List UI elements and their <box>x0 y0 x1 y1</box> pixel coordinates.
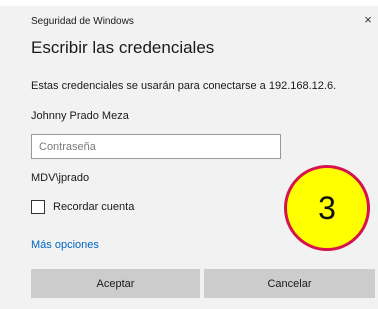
checkbox-box[interactable] <box>31 200 45 214</box>
dialog-heading: Escribir las credenciales <box>31 38 215 57</box>
credentials-dialog: Seguridad de Windows × Escribir las cred… <box>0 0 378 309</box>
accept-button[interactable]: Aceptar <box>31 269 200 298</box>
password-input[interactable] <box>31 134 281 159</box>
account-display-name: Johnny Prado Meza <box>31 110 129 122</box>
cancel-button[interactable]: Cancelar <box>204 269 375 298</box>
dialog-description: Estas credenciales se usarán para conect… <box>31 80 337 92</box>
close-icon[interactable]: × <box>362 13 374 27</box>
annotation-number-badge: 3 <box>284 165 370 251</box>
remember-account-label[interactable]: Recordar cuenta <box>53 201 134 213</box>
domain-username: MDV\jprado <box>31 172 90 184</box>
remember-account-checkbox[interactable]: Recordar cuenta <box>31 200 134 214</box>
window-title: Seguridad de Windows <box>31 16 134 27</box>
more-options-link[interactable]: Más opciones <box>31 239 99 251</box>
